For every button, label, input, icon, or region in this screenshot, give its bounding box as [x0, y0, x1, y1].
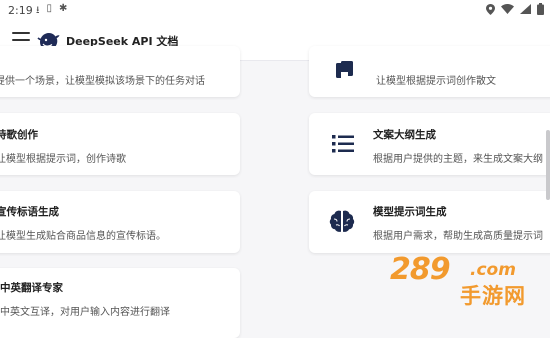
- card-desc: 中英文互译，对用户输入内容进行翻译: [0, 307, 170, 318]
- scrollbar-thumb[interactable]: [546, 130, 550, 200]
- card-title: 宣传标语生成: [0, 206, 59, 218]
- card-translation[interactable]: 中英翻译专家 中英文互译，对用户输入内容进行翻译: [0, 268, 240, 338]
- signal-icon: [520, 4, 531, 14]
- card-title: 模型提示词生成: [373, 206, 447, 218]
- storage-icon: ▯: [46, 3, 53, 14]
- card-poetry[interactable]: 诗歌创作 让模型根据提示词，创作诗歌: [0, 113, 240, 175]
- card-title: 文案大纲生成: [373, 129, 436, 141]
- card-desc: 提供一个场景，让模型模拟该场景下的任务对话: [0, 76, 205, 87]
- document-icon: [336, 61, 353, 78]
- watermark-logo: 289 .com 手游网: [388, 252, 538, 310]
- card-title: 中英翻译专家: [0, 282, 63, 294]
- list-icon: [332, 135, 354, 153]
- card-outline[interactable]: 文案大纲生成 根据用户提供的主题，来生成文案大纲: [309, 113, 550, 175]
- card-desc: 根据用户需求，帮助生成高质量提示词: [373, 231, 543, 242]
- wifi-icon: [501, 4, 514, 14]
- battery-icon: [537, 3, 544, 15]
- status-system-icons: [486, 3, 544, 15]
- status-bar: 2:19 ⭳ ▯ ✱: [0, 0, 550, 22]
- watermark-number: 289: [390, 252, 451, 287]
- card-slogan[interactable]: 宣传标语生成 让模型生成贴合商品信息的宣传标语。: [0, 191, 240, 253]
- bug-icon: ✱: [59, 3, 68, 14]
- card-title: 诗歌创作: [0, 129, 38, 141]
- card-desc: 让模型根据提示词，创作诗歌: [0, 154, 126, 165]
- card-prompt-generation[interactable]: 模型提示词生成 根据用户需求，帮助生成高质量提示词: [309, 191, 550, 253]
- card-desc: 根据用户提供的主题，来生成文案大纲: [373, 154, 543, 165]
- watermark-domain: .com: [470, 260, 516, 280]
- brain-icon: [329, 210, 355, 232]
- card-scene-dialog[interactable]: 提供一个场景，让模型模拟该场景下的任务对话: [0, 46, 240, 97]
- watermark-text: 手游网: [460, 284, 526, 308]
- status-time: 2:19: [8, 4, 33, 17]
- download-icon: ⭳: [36, 5, 40, 16]
- card-desc: 让模型生成贴合商品信息的宣传标语。: [0, 231, 166, 242]
- status-notification-icons: ⭳ ▯ ✱: [36, 3, 67, 20]
- card-prose-writing[interactable]: 让模型根据提示词创作散文: [309, 46, 550, 97]
- card-desc: 让模型根据提示词创作散文: [376, 76, 496, 87]
- location-icon: [486, 3, 495, 15]
